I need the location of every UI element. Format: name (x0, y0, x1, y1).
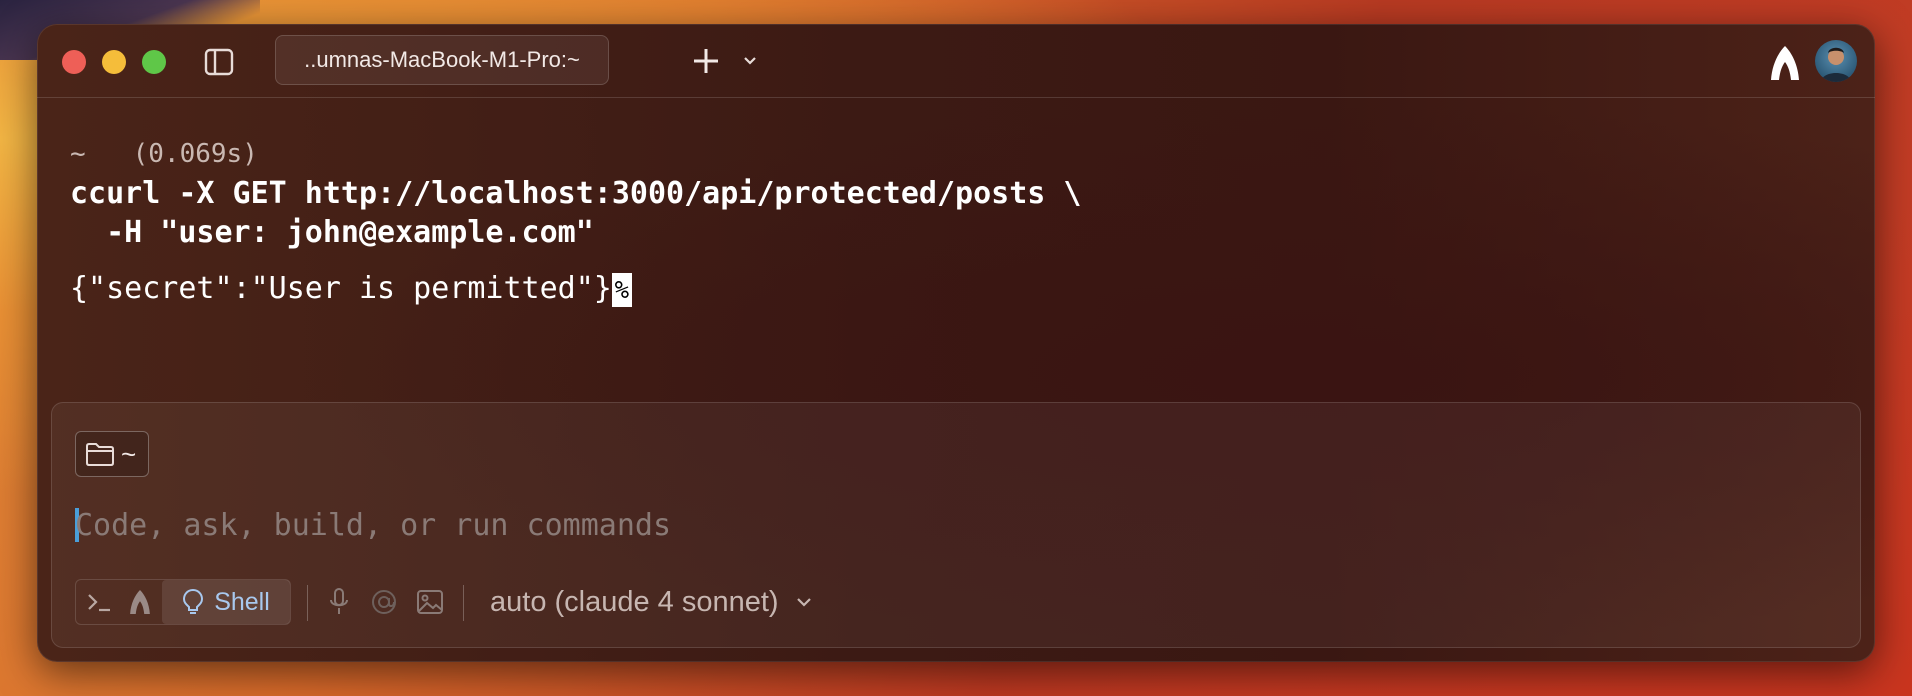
directory-chip-label: ~ (121, 438, 137, 469)
command-output: {"secret":"User is permitted"}% (70, 269, 1875, 309)
agent-mode-icon[interactable] (120, 580, 160, 624)
model-selector-label: auto (claude 4 sonnet) (490, 585, 779, 618)
avatar[interactable] (1815, 40, 1857, 82)
block-directory: ~ (70, 139, 86, 169)
toolbar-divider (463, 585, 464, 621)
model-selector[interactable]: auto (claude 4 sonnet) (490, 579, 815, 625)
close-window-button[interactable] (62, 50, 86, 74)
command-text-line-1: ccurl -X GET http://localhost:3000/api/p… (70, 176, 1082, 211)
agent-logo-icon[interactable] (1768, 45, 1802, 81)
input-editor-panel: ~ Code, ask, build, or run commands Shel… (51, 402, 1861, 648)
input-toolbar: Shell auto (claude 4 sonnet) (75, 579, 975, 625)
tab-title: ..umnas-MacBook-M1-Pro:~ (304, 47, 580, 72)
directory-chip[interactable]: ~ (75, 431, 149, 477)
plus-icon[interactable] (691, 46, 721, 76)
end-of-output-marker: % (611, 272, 632, 307)
terminal-prompt-icon[interactable] (80, 580, 120, 624)
block-header: ~ (0.069s) (70, 134, 1875, 174)
mode-switcher: Shell (75, 579, 291, 625)
microphone-icon[interactable] (324, 587, 354, 617)
block-duration: (0.069s) (132, 139, 258, 169)
at-sign-icon[interactable] (369, 587, 399, 617)
image-icon[interactable] (415, 587, 445, 617)
tab-terminal-session[interactable]: ..umnas-MacBook-M1-Pro:~ (275, 35, 609, 85)
lightbulb-icon (183, 588, 204, 614)
toolbar-divider (307, 585, 308, 621)
minimize-window-button[interactable] (102, 50, 126, 74)
shell-mode-label: Shell (214, 587, 270, 616)
terminal-window: ..umnas-MacBook-M1-Pro:~ ~ (0.069s) ccur… (37, 24, 1875, 662)
command-input[interactable]: Code, ask, build, or run commands (75, 503, 1575, 547)
title-bar: ..umnas-MacBook-M1-Pro:~ (37, 24, 1875, 98)
shell-mode-button[interactable]: Shell (162, 580, 290, 624)
chevron-down-icon[interactable] (739, 50, 761, 72)
command-output-text: {"secret":"User is permitted"} (70, 271, 612, 306)
chevron-down-icon (796, 598, 811, 607)
command-block[interactable]: ~ (0.069s) ccurl -X GET http://localhost… (70, 134, 1875, 309)
command-text-line-2: -H "user: john@example.com" (70, 215, 594, 250)
folder-icon (86, 443, 114, 466)
sidebar-toggle-icon[interactable] (204, 48, 234, 76)
zoom-window-button[interactable] (142, 50, 166, 74)
command-input-placeholder: Code, ask, build, or run commands (75, 507, 672, 543)
